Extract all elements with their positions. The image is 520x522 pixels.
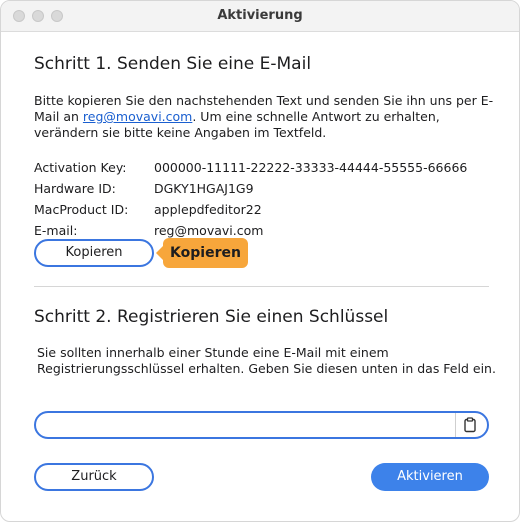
- hardware-id-value: DGKY1HGAJ1G9: [154, 181, 254, 196]
- step2-heading: Schritt 2. Registrieren Sie einen Schlüs…: [34, 307, 389, 327]
- product-id-row: MacProduct ID: applepdfeditor22: [34, 202, 504, 220]
- product-id-label: MacProduct ID:: [34, 202, 129, 217]
- window-title: Aktivierung: [217, 8, 303, 23]
- titlebar: Aktivierung: [1, 1, 519, 32]
- activation-window: Aktivierung Schritt 1. Senden Sie eine E…: [0, 0, 520, 522]
- activation-key-label: Activation Key:: [34, 160, 127, 175]
- section-divider: [34, 286, 489, 287]
- step1-instruction: Bitte kopieren Sie den nachstehenden Tex…: [34, 93, 499, 141]
- registration-key-input[interactable]: [34, 411, 489, 439]
- email-label: E-mail:: [34, 223, 78, 238]
- copy-button[interactable]: Kopieren: [34, 239, 154, 267]
- activate-button[interactable]: Aktivieren: [371, 463, 489, 491]
- email-value: reg@movavi.com: [154, 223, 264, 238]
- step1-heading: Schritt 1. Senden Sie eine E-Mail: [34, 54, 312, 74]
- activation-key-value: 000000-11111-22222-33333-44444-55555-666…: [154, 160, 468, 175]
- back-button[interactable]: Zurück: [34, 463, 154, 491]
- hardware-id-row: Hardware ID: DGKY1HGAJ1G9: [34, 181, 504, 199]
- step2-instruction: Sie sollten innerhalb einer Stunde eine …: [37, 345, 496, 376]
- input-separator: [455, 413, 456, 437]
- email-link[interactable]: reg@movavi.com: [83, 109, 192, 124]
- copy-tooltip: Kopieren: [156, 238, 248, 268]
- activation-key-row: Activation Key: 000000-11111-22222-33333…: [34, 160, 504, 178]
- clipboard-paste-icon[interactable]: [462, 417, 478, 433]
- product-id-value: applepdfeditor22: [154, 202, 262, 217]
- hardware-id-label: Hardware ID:: [34, 181, 116, 196]
